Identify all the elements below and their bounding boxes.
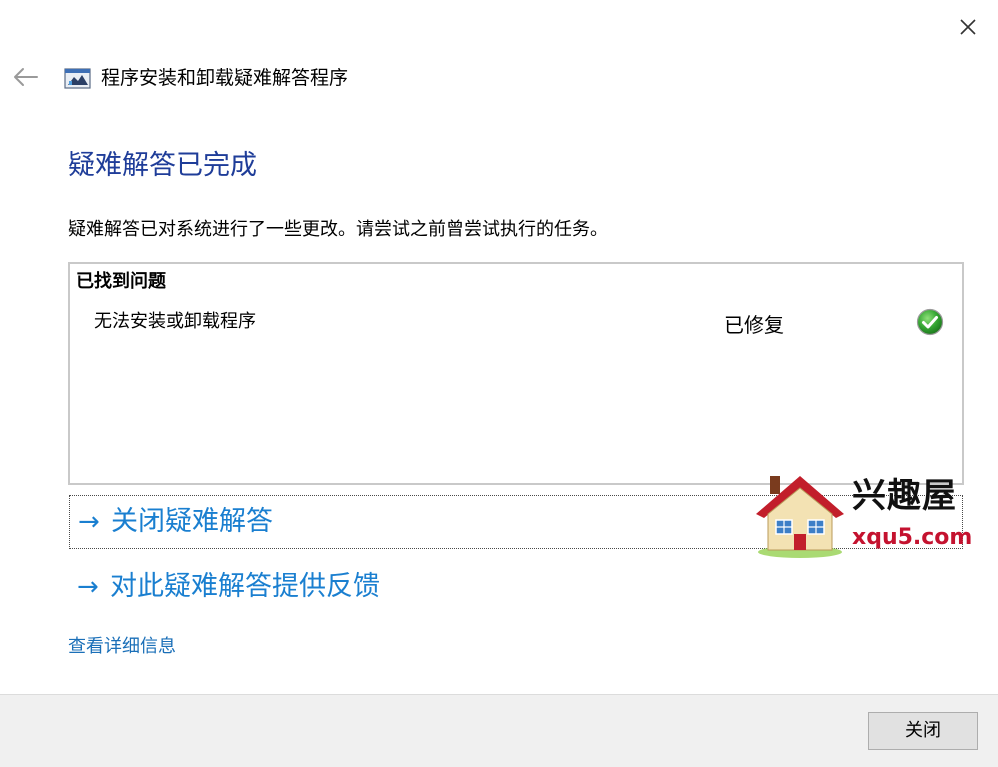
arrow-right-icon: → xyxy=(77,572,99,602)
page-title: 疑难解答已完成 xyxy=(68,150,257,181)
watermark: 兴趣屋 xqu5.com xyxy=(748,466,973,562)
problems-found-header: 已找到问题 xyxy=(76,271,166,292)
view-details-link[interactable]: 查看详细信息 xyxy=(68,633,176,661)
description-text: 疑难解答已对系统进行了一些更改。请尝试之前曾尝试执行的任务。 xyxy=(68,219,608,240)
problem-item-name: 无法安装或卸载程序 xyxy=(94,311,256,332)
window-close-button[interactable] xyxy=(948,10,988,44)
watermark-brand-text: 兴趣屋 xyxy=(852,476,957,516)
problem-item-status: 已修复 xyxy=(724,313,784,337)
dialog-footer: 关闭 xyxy=(0,694,998,767)
arrow-right-icon: → xyxy=(78,507,100,537)
green-check-icon xyxy=(916,308,944,336)
close-icon xyxy=(960,19,976,35)
troubleshooter-app-icon xyxy=(64,66,92,90)
back-button[interactable] xyxy=(10,62,42,92)
close-troubleshooter-label: 关闭疑难解答 xyxy=(111,506,273,537)
watermark-url-text: xqu5.com xyxy=(852,525,973,550)
close-button[interactable]: 关闭 xyxy=(868,712,978,750)
window-title: 程序安装和卸载疑难解答程序 xyxy=(101,67,349,89)
back-arrow-icon xyxy=(14,68,38,86)
problems-found-panel: 已找到问题 无法安装或卸载程序 已修复 xyxy=(68,262,964,485)
house-logo-icon xyxy=(756,476,844,558)
feedback-link[interactable]: → 对此疑难解答提供反馈 xyxy=(69,562,669,614)
feedback-label: 对此疑难解答提供反馈 xyxy=(110,571,380,602)
